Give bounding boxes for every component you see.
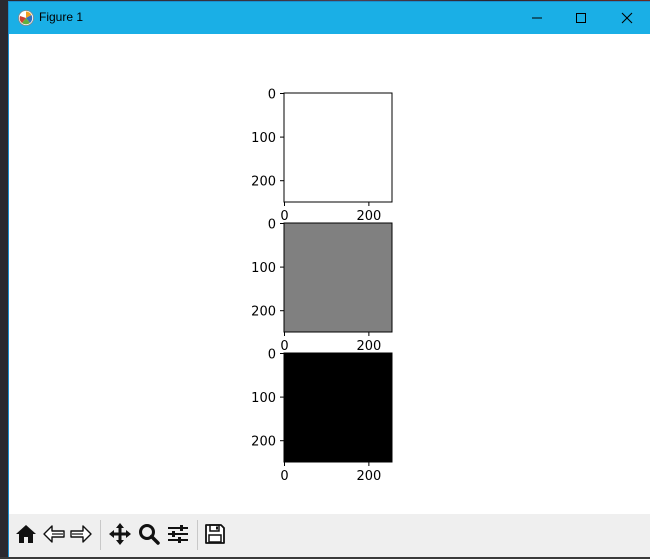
save-button[interactable] — [202, 523, 228, 549]
window-title: Figure 1 — [39, 10, 84, 24]
subplot-3: 0 100 200 0 200 — [251, 348, 393, 484]
x-tick-label: 200 — [356, 339, 381, 354]
toolbar-separator — [197, 520, 198, 550]
minimize-button[interactable] — [514, 2, 560, 34]
minimize-icon — [531, 9, 543, 28]
maximize-button[interactable] — [558, 2, 604, 34]
y-tick-label: 0 — [268, 348, 276, 363]
title-bar[interactable]: Figure 1 — [9, 2, 650, 34]
home-icon — [15, 524, 37, 548]
toolbar-separator — [100, 520, 101, 550]
subplot-1: 0 100 200 0 200 — [251, 88, 393, 224]
home-button[interactable] — [13, 523, 39, 549]
x-tick-label: 200 — [356, 209, 381, 224]
plots-svg: 0 100 200 0 200 0 100 200 0 200 0 100 200 0 200 — [251, 88, 393, 484]
x-tick-label: 0 — [280, 339, 288, 354]
forward-icon — [70, 525, 92, 547]
maximize-icon — [575, 9, 587, 28]
subplot-2: 0 100 200 0 200 — [251, 218, 393, 354]
back-button[interactable] — [41, 523, 67, 549]
x-tick-label: 200 — [356, 469, 381, 484]
navigation-toolbar — [9, 514, 650, 557]
pan-icon — [108, 522, 132, 550]
y-tick-label: 0 — [268, 88, 276, 103]
y-tick-label: 200 — [251, 175, 276, 190]
y-tick-label: 100 — [251, 261, 276, 276]
image-area — [283, 92, 393, 203]
pan-button[interactable] — [107, 523, 133, 549]
zoom-button[interactable] — [136, 523, 162, 549]
back-icon — [43, 525, 65, 547]
save-icon — [204, 523, 226, 549]
configure-subplots-button[interactable] — [165, 523, 191, 549]
image-area — [283, 222, 393, 333]
close-icon — [621, 9, 633, 28]
zoom-icon — [138, 523, 160, 549]
x-tick-label: 0 — [280, 469, 288, 484]
y-tick-label: 100 — [251, 391, 276, 406]
configure-subplots-icon — [167, 524, 189, 548]
image-area — [283, 352, 393, 463]
y-tick-label: 100 — [251, 131, 276, 146]
figure-canvas[interactable]: 0 100 200 0 200 0 100 200 0 200 0 100 200 0 200 — [9, 34, 650, 514]
y-tick-label: 200 — [251, 435, 276, 450]
y-tick-label: 200 — [251, 305, 276, 320]
y-tick-label: 0 — [268, 218, 276, 233]
x-tick-label: 0 — [280, 209, 288, 224]
forward-button[interactable] — [68, 523, 94, 549]
close-button[interactable] — [604, 2, 650, 34]
matplotlib-icon — [18, 10, 34, 26]
figure-window: Figure 1 0 100 200 0 200 0 100 200 0 200 0 100 200 0 2… — [9, 2, 650, 557]
